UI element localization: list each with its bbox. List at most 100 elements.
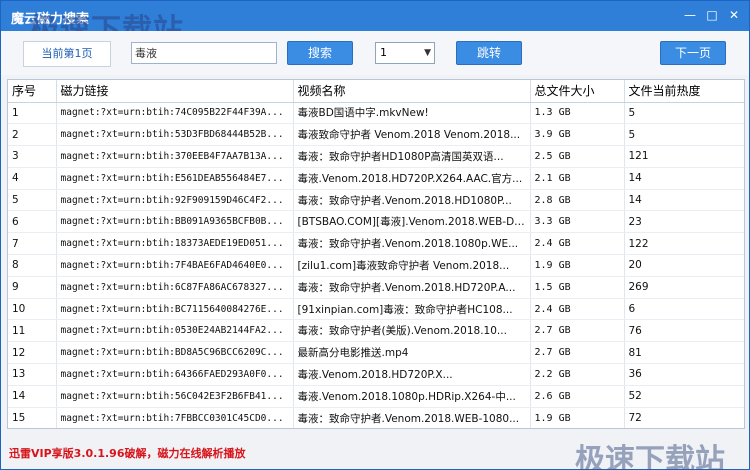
cell-size: 2.6 GB — [530, 385, 625, 408]
cell-index: 2 — [8, 123, 57, 147]
table-row[interactable]: 13 magnet:?xt=urn:btih:64366FAED293A0F0..… — [8, 363, 744, 386]
cell-size: 1.9 GB — [530, 254, 625, 277]
table-row[interactable]: 2 magnet:?xt=urn:btih:53D3FBD68444B52B...… — [8, 123, 744, 147]
cell-magnet: magnet:?xt=urn:btih:0530E24AB2144FA2... — [56, 319, 294, 343]
status-bar: 迅雷VIP享版3.0.1.96破解，磁力在线解析播放 极速下载站 — [1, 433, 749, 470]
cell-index: 4 — [8, 167, 57, 190]
cell-index: 12 — [8, 341, 57, 365]
cell-size: 2.5 GB — [530, 145, 625, 168]
cell-magnet: magnet:?xt=urn:btih:7F4BAE6FAD4640E0... — [56, 254, 294, 277]
cell-size: 2.4 GB — [530, 232, 625, 256]
cell-magnet: magnet:?xt=urn:btih:64366FAED293A0F0... — [56, 363, 294, 386]
maximize-icon[interactable]: □ — [703, 7, 721, 23]
cell-magnet: magnet:?xt=urn:btih:53D3FBD68444B52B... — [56, 123, 294, 147]
cell-heat: 122 — [624, 232, 744, 256]
cell-name: 毒液：致命守护者.Venom.2018.HD720P.A... — [293, 276, 531, 299]
cell-heat: 72 — [624, 407, 744, 428]
cell-name: 最新高分电影推送.mp4 — [293, 341, 531, 365]
cell-name: 毒液：致命守护者(美版).Venom.2018.10... — [293, 319, 531, 343]
cell-magnet: magnet:?xt=urn:btih:E561DEAB556484E7... — [56, 167, 294, 190]
cell-heat: 23 — [624, 210, 744, 234]
cell-magnet: magnet:?xt=urn:btih:56C042E3F2B6FB41... — [56, 385, 294, 408]
chevron-down-icon: ▼ — [424, 48, 431, 58]
cell-heat: 6 — [624, 298, 744, 321]
cell-index: 11 — [8, 319, 57, 343]
minimize-icon[interactable]: — — [681, 7, 699, 23]
table-row[interactable]: 12 magnet:?xt=urn:btih:BD8A5C96BCC6209C..… — [8, 341, 744, 365]
cell-index: 6 — [8, 210, 57, 234]
cell-magnet: magnet:?xt=urn:btih:6C87FA86AC678327... — [56, 276, 294, 299]
close-icon[interactable]: ✕ — [725, 7, 743, 23]
table-row[interactable]: 6 magnet:?xt=urn:btih:BB091A9365BCFB0B...… — [8, 210, 744, 234]
col-header-index[interactable]: 序号 — [8, 80, 57, 103]
cell-name: [BTSBAO.COM][毒液].Venom.2018.WEB-DL... — [293, 210, 531, 234]
page-select-value: 1 — [380, 46, 387, 59]
col-header-name[interactable]: 视频名称 — [293, 80, 531, 103]
cell-magnet: magnet:?xt=urn:btih:74C095B22F44F39A... — [56, 102, 294, 125]
col-header-magnet[interactable]: 磁力链接 — [56, 80, 294, 103]
search-button[interactable]: 搜索 — [287, 41, 353, 65]
table-row[interactable]: 9 magnet:?xt=urn:btih:6C87FA86AC678327...… — [8, 276, 744, 299]
cell-index: 9 — [8, 276, 57, 299]
results-table[interactable]: 序号 磁力链接 视频名称 总文件大小 文件当前热度 1 magnet:?xt=ur… — [7, 79, 745, 429]
cell-size: 3.3 GB — [530, 210, 625, 234]
cell-name: 毒液.Venom.2018.HD720P.X... — [293, 363, 531, 386]
cell-index: 5 — [8, 189, 57, 212]
title-bar[interactable]: 魔云磁力搜索 极速下载站 — □ ✕ — [1, 1, 749, 48]
table-row[interactable]: 14 magnet:?xt=urn:btih:56C042E3F2B6FB41..… — [8, 385, 744, 408]
table-row[interactable]: 1 magnet:?xt=urn:btih:74C095B22F44F39A...… — [8, 102, 744, 125]
current-page-label: 当前第1页 — [23, 41, 111, 67]
cell-size: 2.7 GB — [530, 341, 625, 365]
cell-size: 2.7 GB — [530, 319, 625, 343]
cell-name: 毒液：致命守护者.Venom.2018.HD1080P... — [293, 189, 531, 212]
cell-name: 毒液致命守护者 Venom.2018 Venom.2018... — [293, 123, 531, 147]
jump-button[interactable]: 跳转 — [456, 41, 522, 65]
cell-name: [91xinpian.com]毒液：致命守护者HC108... — [293, 298, 531, 321]
table-header: 序号 磁力链接 视频名称 总文件大小 文件当前热度 — [8, 80, 744, 103]
cell-heat: 5 — [624, 123, 744, 147]
cell-heat: 20 — [624, 254, 744, 277]
cell-heat: 14 — [624, 167, 744, 190]
table-row[interactable]: 11 magnet:?xt=urn:btih:0530E24AB2144FA2..… — [8, 319, 744, 343]
next-page-button[interactable]: 下一页 — [660, 41, 726, 65]
cell-heat: 36 — [624, 363, 744, 386]
cell-name: 毒液：致命守护者.Venom.2018.WEB-1080... — [293, 407, 531, 428]
cell-heat: 52 — [624, 385, 744, 408]
cell-index: 14 — [8, 385, 57, 408]
table-row[interactable]: 7 magnet:?xt=urn:btih:18373AEDE19ED051...… — [8, 232, 744, 256]
cell-size: 3.9 GB — [530, 123, 625, 147]
cell-heat: 76 — [624, 319, 744, 343]
table-row[interactable]: 4 magnet:?xt=urn:btih:E561DEAB556484E7...… — [8, 167, 744, 190]
cell-magnet: magnet:?xt=urn:btih:370EEB4F7AA7B13A... — [56, 145, 294, 168]
cell-size: 2.2 GB — [530, 363, 625, 386]
page-select[interactable]: 1 ▼ — [375, 42, 435, 64]
cell-size: 2.8 GB — [530, 189, 625, 212]
cell-index: 15 — [8, 407, 57, 428]
cell-name: 毒液：致命守护者.Venom.2018.1080p.WE... — [293, 232, 531, 256]
cell-size: 1.5 GB — [530, 276, 625, 299]
cell-magnet: magnet:?xt=urn:btih:BC7115640084276E... — [56, 298, 294, 321]
col-header-size[interactable]: 总文件大小 — [530, 80, 625, 103]
watermark-bottom: 极速下载站 — [575, 443, 725, 470]
cell-size: 1.9 GB — [530, 407, 625, 428]
table-row[interactable]: 10 magnet:?xt=urn:btih:BC7115640084276E..… — [8, 298, 744, 321]
cell-index: 3 — [8, 145, 57, 168]
table-row[interactable]: 15 magnet:?xt=urn:btih:7FBBCC0301C45CD0..… — [8, 407, 744, 428]
cell-magnet: magnet:?xt=urn:btih:7FBBCC0301C45CD0... — [56, 407, 294, 428]
cell-magnet: magnet:?xt=urn:btih:92F909159D46C4F2... — [56, 189, 294, 212]
cell-index: 1 — [8, 102, 57, 125]
results-grid: 序号 磁力链接 视频名称 总文件大小 文件当前热度 1 magnet:?xt=ur… — [8, 80, 744, 428]
table-row[interactable]: 8 magnet:?xt=urn:btih:7F4BAE6FAD4640E0...… — [8, 254, 744, 277]
cell-size: 1.3 GB — [530, 102, 625, 125]
cell-heat: 121 — [624, 145, 744, 168]
search-input[interactable] — [131, 42, 277, 64]
cell-index: 10 — [8, 298, 57, 321]
cell-name: [zilu1.com]毒液致命守护者 Venom.2018... — [293, 254, 531, 277]
cell-size: 2.4 GB — [530, 298, 625, 321]
table-row[interactable]: 5 magnet:?xt=urn:btih:92F909159D46C4F2...… — [8, 189, 744, 212]
table-row[interactable]: 3 magnet:?xt=urn:btih:370EEB4F7AA7B13A...… — [8, 145, 744, 168]
cell-magnet: magnet:?xt=urn:btih:18373AEDE19ED051... — [56, 232, 294, 256]
cell-name: 毒液BD国语中字.mkvNew! — [293, 102, 531, 125]
status-text: 迅雷VIP享版3.0.1.96破解，磁力在线解析播放 — [9, 447, 246, 460]
col-header-heat[interactable]: 文件当前热度 — [624, 80, 744, 103]
